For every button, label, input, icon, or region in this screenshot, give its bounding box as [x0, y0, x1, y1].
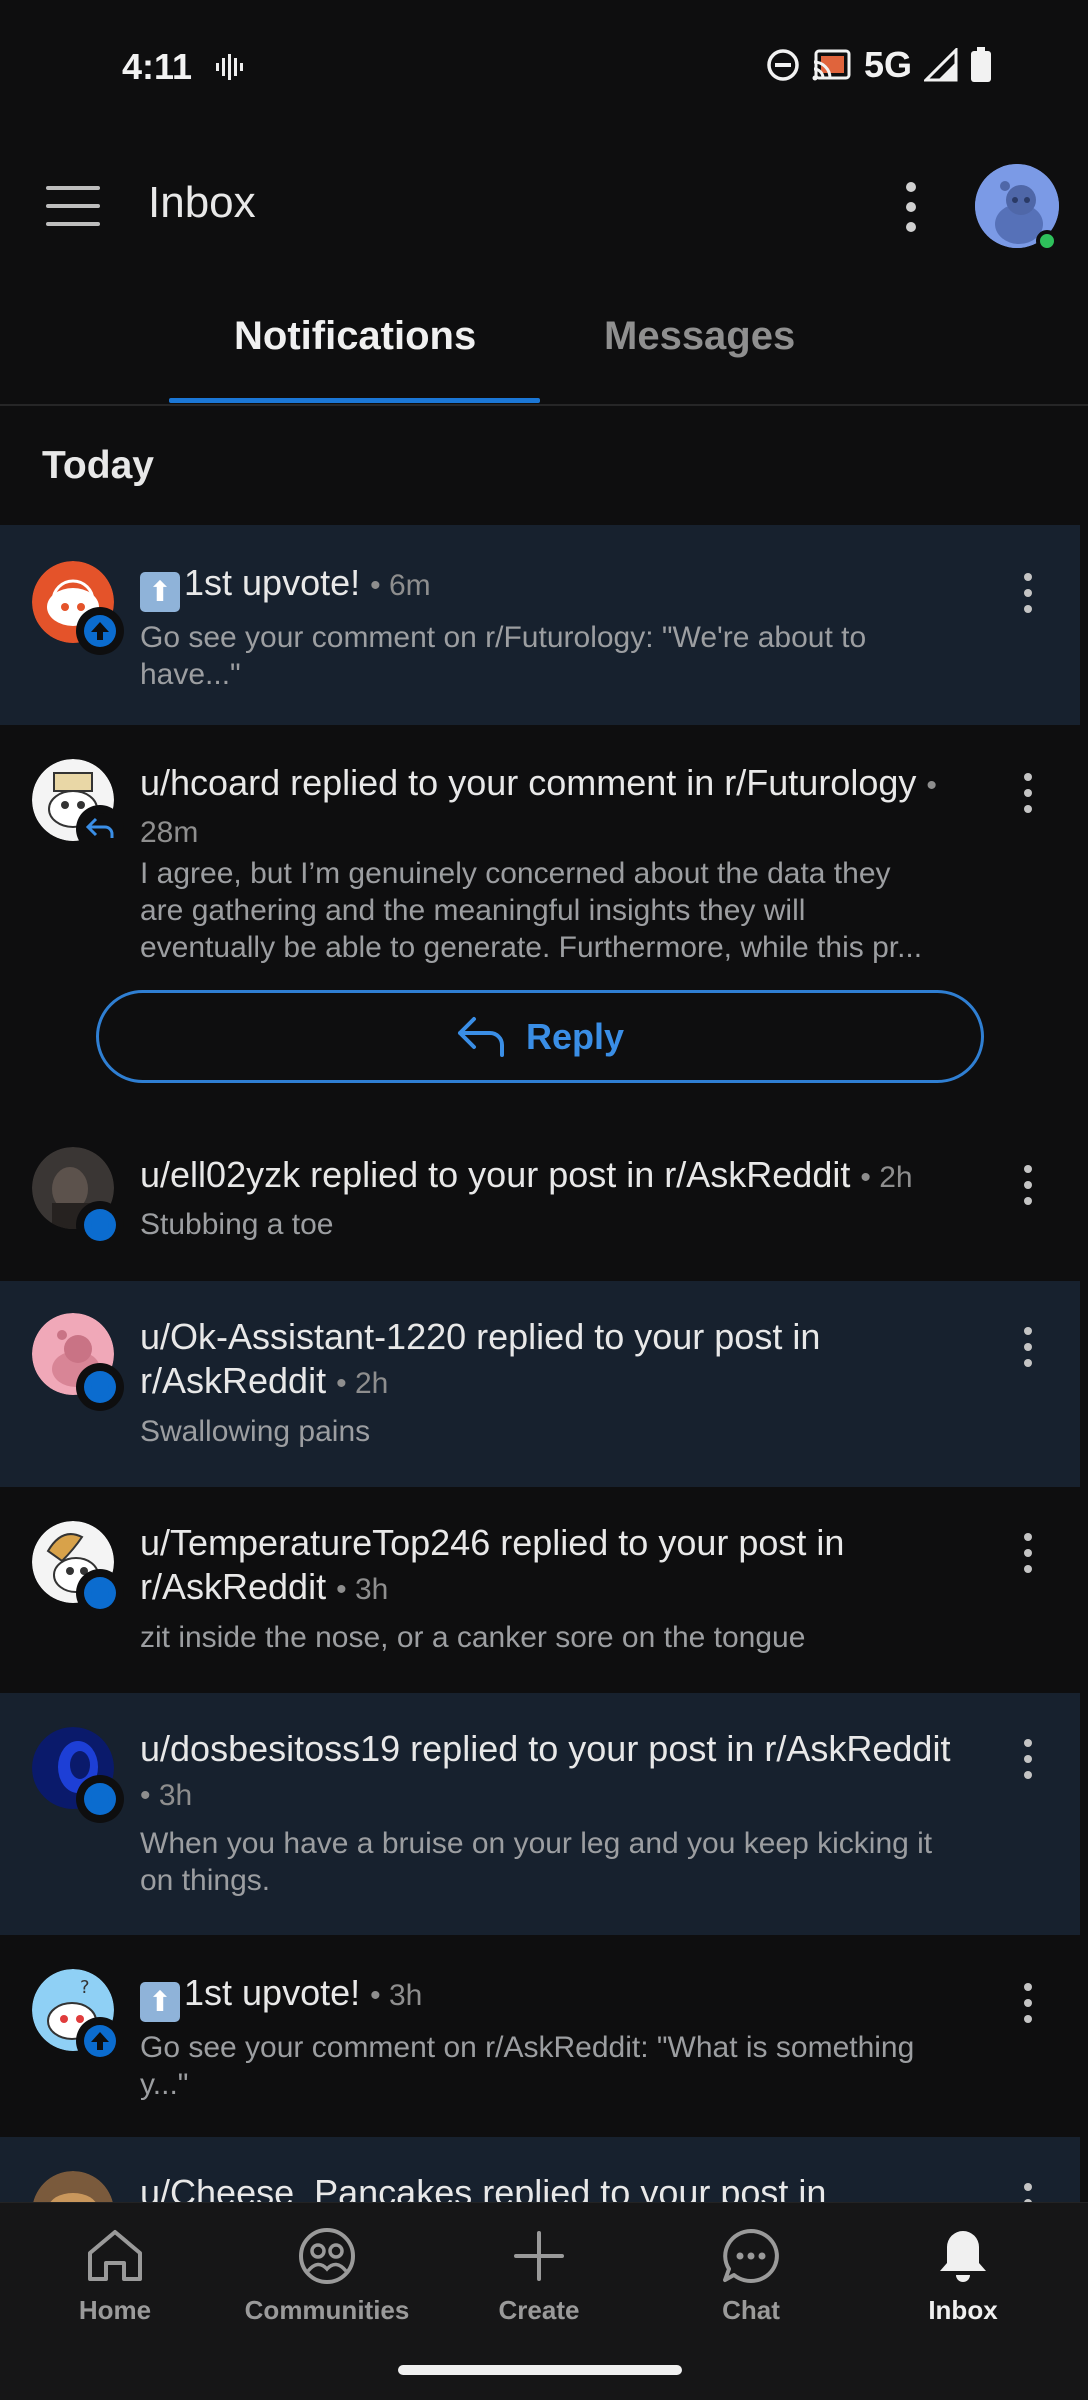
- notification-body: Stubbing a toe: [140, 1208, 334, 1241]
- notification-body: When you have a bruise on your leg and y…: [140, 1827, 933, 1897]
- nav-label: Home: [78, 2295, 152, 2325]
- tab-notifications[interactable]: Notifications: [234, 314, 476, 359]
- online-status-dot: [1036, 230, 1058, 252]
- notification-title: u/dosbesitoss19 replied to your post in …: [140, 1728, 951, 1812]
- speech-bubble-icon: [91, 1790, 109, 1808]
- notification-body: zit inside the nose, or a canker sore on…: [140, 1621, 806, 1654]
- reply-button[interactable]: Reply: [96, 990, 984, 1083]
- notification-title: u/ell02yzk replied to your post in r/Ask…: [140, 1154, 913, 1195]
- inbox-tabs: Notifications Messages: [0, 290, 1088, 406]
- reply-icon: [457, 1016, 504, 1057]
- notification-item[interactable]: ? ⬆ 1st upvote! • 3h Go see your comment …: [0, 1935, 1080, 2137]
- notification-more-icon[interactable]: [1018, 1165, 1038, 1205]
- notification-more-icon[interactable]: [1018, 1327, 1038, 1367]
- svg-text:?: ?: [80, 1977, 90, 1998]
- notification-item[interactable]: u/dosbesitoss19 replied to your post in …: [0, 1693, 1080, 1935]
- cast-icon: [812, 49, 851, 81]
- network-type: 5G: [863, 44, 912, 85]
- upvote-badge: [76, 2017, 124, 2065]
- battery-icon: [971, 47, 991, 82]
- comment-badge: [76, 1363, 124, 1411]
- page-title: Inbox: [148, 178, 256, 227]
- speech-bubble-icon: [91, 1584, 109, 1602]
- nav-communities[interactable]: Communities: [227, 2227, 427, 2326]
- voice-wave-icon: [216, 54, 243, 80]
- notification-item[interactable]: u/ell02yzk replied to your post in r/Ask…: [0, 1115, 1080, 1281]
- notification-title: ⬆ 1st upvote! • 3h: [140, 1971, 970, 2022]
- upvote-arrow-icon: [91, 622, 109, 640]
- app-header: Inbox: [0, 134, 1088, 274]
- notification-title: ⬆ 1st upvote! • 6m: [140, 561, 970, 612]
- notification-item[interactable]: u/Cheese_Pancakes replied to your post i…: [0, 2137, 1080, 2202]
- more-options-icon[interactable]: [896, 182, 926, 232]
- notification-item[interactable]: u/Ok-Assistant-1220 replied to your post…: [0, 1281, 1080, 1487]
- speech-bubble-icon: [91, 1378, 109, 1396]
- bell-icon: [940, 2231, 986, 2282]
- notification-title: u/TemperatureTop246 replied to your post…: [140, 1522, 845, 1607]
- home-indicator[interactable]: [398, 2365, 682, 2375]
- notification-more-icon[interactable]: [1018, 1983, 1038, 2023]
- notification-avatar: [32, 2171, 114, 2202]
- tab-messages[interactable]: Messages: [604, 314, 795, 359]
- nav-create[interactable]: Create: [439, 2227, 639, 2326]
- upvote-badge: [76, 607, 124, 655]
- status-time: 4:11: [122, 46, 193, 87]
- chat-icon: [723, 2229, 779, 2283]
- notification-more-icon[interactable]: [1018, 1739, 1038, 1779]
- comment-badge: [76, 1775, 124, 1823]
- do-not-disturb-icon: [767, 49, 799, 81]
- speech-bubble-icon: [91, 1216, 109, 1234]
- nav-label: Create: [498, 2295, 580, 2325]
- notification-body: I agree, but I’m genuinely concerned abo…: [140, 857, 923, 964]
- active-tab-indicator: [169, 398, 540, 403]
- notification-item[interactable]: u/TemperatureTop246 replied to your post…: [0, 1487, 1080, 1693]
- notification-more-icon[interactable]: [1018, 573, 1038, 613]
- notification-title: u/hcoard replied to your comment in r/Fu…: [140, 762, 937, 849]
- section-label-today: Today: [42, 444, 154, 487]
- notification-body: Go see your comment on r/Futurology: "We…: [140, 621, 867, 691]
- notification-title: u/Ok-Assistant-1220 replied to your post…: [140, 1316, 821, 1401]
- nav-label: Chat: [722, 2295, 780, 2325]
- menu-icon[interactable]: [46, 186, 100, 226]
- signal-icon: [924, 48, 958, 82]
- reply-badge: [76, 805, 124, 853]
- notification-more-icon[interactable]: [1018, 2183, 1038, 2202]
- reply-button-label: Reply: [525, 1015, 625, 1057]
- comment-badge: [76, 1569, 124, 1617]
- notification-more-icon[interactable]: [1018, 773, 1038, 813]
- notification-more-icon[interactable]: [1018, 1533, 1038, 1573]
- nav-label: Communities: [244, 2295, 410, 2325]
- plus-icon: [514, 2231, 564, 2281]
- nav-home[interactable]: Home: [15, 2227, 215, 2326]
- home-icon: [88, 2230, 142, 2281]
- nav-chat[interactable]: Chat: [651, 2227, 851, 2326]
- nav-inbox[interactable]: Inbox: [863, 2227, 1063, 2326]
- notification-item[interactable]: ⬆ 1st upvote! • 6m Go see your comment on…: [0, 525, 1080, 725]
- communities-icon: [299, 2228, 355, 2284]
- comment-badge: [76, 1201, 124, 1249]
- nav-label: Inbox: [928, 2295, 998, 2325]
- upvote-arrow-icon: [91, 2032, 109, 2050]
- upvote-emoji-icon: ⬆: [140, 572, 180, 612]
- status-bar: 4:11 5G: [0, 0, 1088, 134]
- notification-body: Go see your comment on r/AskReddit: "Wha…: [140, 2031, 915, 2101]
- notification-body: Swallowing pains: [140, 1415, 371, 1448]
- upvote-emoji-icon: ⬆: [140, 1982, 180, 2022]
- notification-title: u/Cheese_Pancakes replied to your post i…: [140, 2172, 827, 2202]
- reply-arrow-icon: [85, 817, 114, 838]
